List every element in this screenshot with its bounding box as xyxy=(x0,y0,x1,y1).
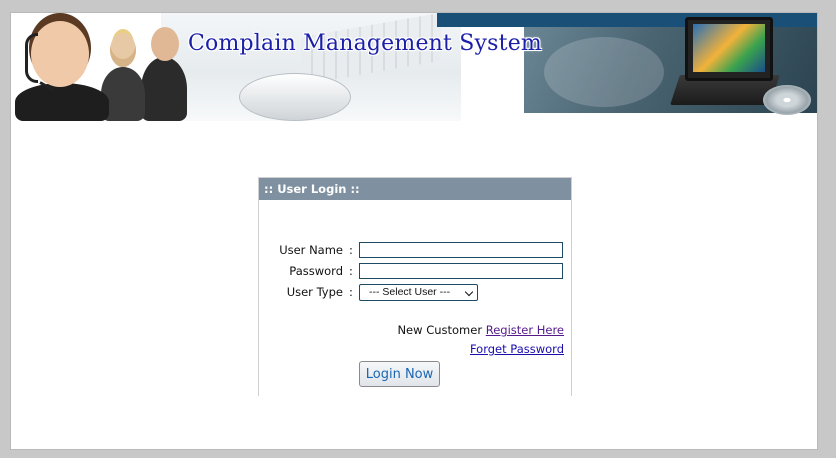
usertype-row: User Type : --- Select User --- xyxy=(259,284,571,302)
password-input[interactable] xyxy=(359,263,563,279)
username-label: User Name xyxy=(279,243,343,257)
login-panel-header: :: User Login :: xyxy=(259,178,571,200)
banner: Complain Management System xyxy=(11,13,817,121)
register-link[interactable]: Register Here xyxy=(486,323,564,337)
password-label: Password xyxy=(289,264,343,278)
usertype-label: User Type xyxy=(286,285,343,299)
new-customer-line: New Customer Register Here xyxy=(397,323,564,337)
laptop-screen xyxy=(693,24,765,72)
forget-password-line: Forget Password xyxy=(470,342,564,356)
login-panel: :: User Login :: User Name : Password : … xyxy=(258,177,572,396)
username-input[interactable] xyxy=(359,242,563,258)
password-row: Password : xyxy=(259,263,571,281)
login-button[interactable]: Login Now xyxy=(359,361,440,387)
user-type-selected-value: --- Select User --- xyxy=(369,286,451,298)
user-type-select[interactable]: --- Select User --- xyxy=(359,284,478,301)
mouse-image xyxy=(239,73,351,121)
page-container: Complain Management System :: User Login… xyxy=(10,12,818,450)
site-title: Complain Management System xyxy=(188,31,542,56)
laptop-image xyxy=(685,17,773,81)
username-colon: : xyxy=(349,243,353,257)
password-colon: : xyxy=(349,264,353,278)
new-customer-text: New Customer xyxy=(397,323,483,337)
username-row: User Name : xyxy=(259,242,571,260)
chevron-down-icon xyxy=(464,287,474,297)
forget-password-link[interactable]: Forget Password xyxy=(470,342,564,356)
usertype-colon: : xyxy=(349,285,353,299)
cd-disc-image xyxy=(763,85,811,115)
